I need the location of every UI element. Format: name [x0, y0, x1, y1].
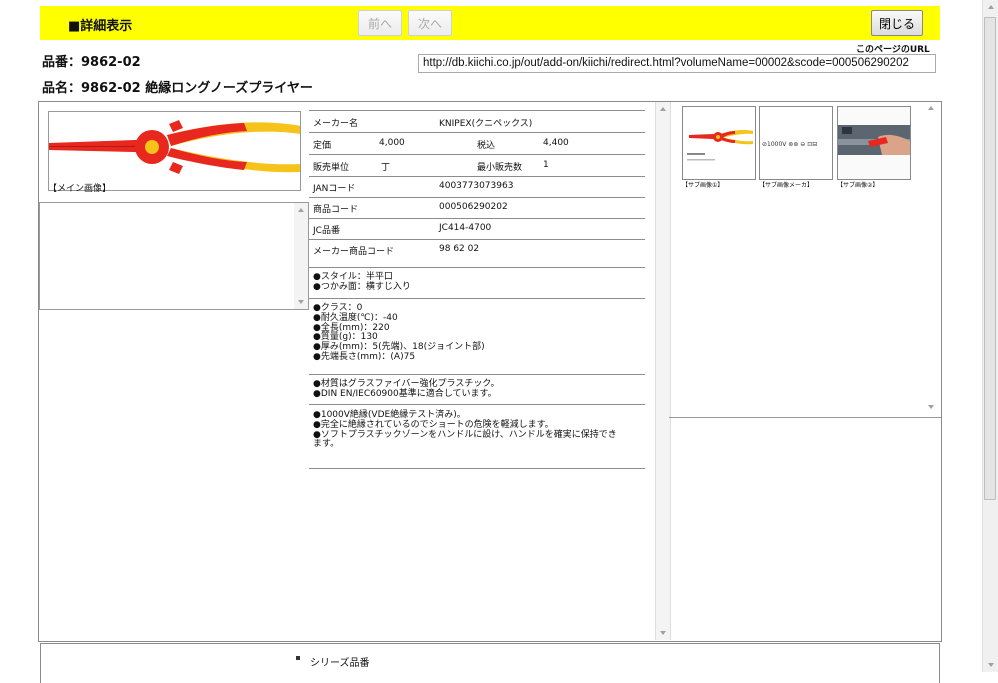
scroll-down-icon[interactable] [660, 631, 666, 635]
feature-note-specs: ●クラス：0 ●耐久温度(℃)：-40 ●全長(mm)：220 ●質量(g)：1… [313, 303, 485, 362]
middle-scrollbar[interactable] [655, 102, 671, 640]
spec-label: 定価 [313, 141, 332, 151]
spec-label: JC品番 [313, 226, 340, 236]
sub-image-1[interactable] [682, 106, 756, 180]
spec-label: 税込 [477, 141, 496, 151]
spec-label: 商品コード [313, 205, 359, 215]
left-text-area[interactable] [39, 202, 309, 310]
feature-note-insulation: ●1000V絶縁(VDE絶縁テスト済み)。 ●完全に絶縁されているのでショートの… [313, 410, 617, 450]
thumb-photo-image [838, 107, 910, 179]
page-url-field[interactable]: http://db.kiichi.co.jp/out/add-on/kiichi… [418, 54, 936, 73]
spec-value: JC414-4700 [439, 223, 492, 233]
thumb-symbols-text: ⊘1000V ⊛⊛ ⊖ ⊡⊟ [762, 141, 818, 148]
note-separator [309, 468, 645, 469]
prev-button[interactable]: 前へ [358, 10, 402, 36]
arrow-up-icon [928, 106, 934, 110]
spec-label: JANコード [313, 184, 356, 194]
main-image[interactable] [48, 111, 301, 191]
thumb-plier-image [687, 130, 753, 161]
scroll-up-icon[interactable] [660, 107, 666, 111]
note-separator [309, 298, 645, 299]
sub-image-maker[interactable]: ⊘1000V ⊛⊛ ⊖ ⊡⊟ [759, 106, 833, 180]
feature-note-material: ●材質はグラスファイバー強化プラスチック。 ●DIN EN/IEC60900基準… [313, 379, 500, 399]
series-section [40, 643, 940, 683]
sub-image-2-caption: 【サブ画像②】 [837, 182, 879, 189]
spec-value: 4,400 [543, 138, 569, 148]
product-number: 品番：9862-02 [42, 55, 141, 70]
sub-image-1-caption: 【サブ画像①】 [682, 182, 724, 189]
page-title: ■詳細表示 [68, 19, 133, 34]
spec-value: 4003773073963 [439, 181, 514, 191]
spec-row-maker-code: メーカー商品コード 98 62 02 [309, 239, 645, 268]
note-separator [309, 404, 645, 405]
spec-row-unit: 販売単位 丁 最小販売数 1 [309, 155, 645, 177]
spec-row-code: 商品コード 000506290202 [309, 197, 645, 219]
note-separator [309, 374, 645, 375]
spec-value: 丁 [381, 163, 391, 173]
spec-value: 98 62 02 [439, 244, 480, 254]
spec-value: KNIPEX(クニペックス) [439, 119, 533, 129]
product-name: 品名：9862-02 絶縁ロングノーズプライヤー [42, 81, 313, 96]
bullet-icon [296, 656, 300, 660]
sub-image-2[interactable] [837, 106, 911, 180]
next-button[interactable]: 次へ [408, 10, 452, 36]
scroll-down-icon[interactable] [298, 300, 304, 304]
arrow-down-icon [928, 405, 934, 409]
right-panel-divider [669, 417, 941, 418]
spec-value: 1 [543, 160, 549, 170]
spec-label: メーカー名 [313, 119, 359, 129]
scroll-up-icon[interactable] [298, 208, 304, 212]
spec-label: メーカー商品コード [313, 247, 395, 257]
feature-note-style: ●スタイル：半平口 ●つかみ面：横すじ入り [313, 272, 411, 292]
spec-label: 販売単位 [313, 163, 350, 173]
page-scroll-thumb[interactable] [984, 17, 996, 500]
spec-label: 最小販売数 [477, 163, 523, 173]
series-label: シリーズ品番 [310, 658, 370, 669]
scroll-up-icon[interactable] [988, 5, 994, 9]
header-bar: ■詳細表示 前へ 次へ 閉じる [40, 6, 940, 40]
spec-value: 000506290202 [439, 202, 508, 212]
spec-row-jan: JANコード 4003773073963 [309, 176, 645, 198]
spec-row-jc: JC品番 JC414-4700 [309, 218, 645, 240]
main-image-caption: 【メイン画像】 [48, 184, 112, 194]
scroll-down-icon[interactable] [988, 663, 994, 667]
close-button[interactable]: 閉じる [871, 10, 923, 36]
left-text-scrollbar[interactable] [294, 203, 308, 309]
spec-row-maker: メーカー名 KNIPEX(クニペックス) [309, 111, 645, 133]
spec-row-price: 定価 4,000 税込 4,400 [309, 133, 645, 155]
plier-image [49, 120, 300, 174]
spec-value: 4,000 [379, 138, 405, 148]
sub-image-maker-caption: 【サブ画像メーカ】 [759, 182, 814, 189]
